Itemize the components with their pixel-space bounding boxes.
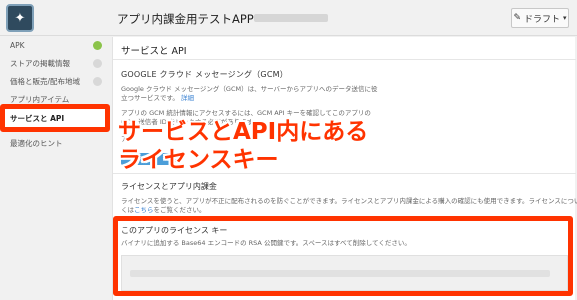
pencil-icon: ✎ [513, 13, 521, 23]
annotation-text-line2: ライセンスキー [118, 147, 279, 173]
sidebar-item-store-listing[interactable]: ストアの掲載情報 [0, 55, 108, 73]
sidebar-item-pricing[interactable]: 価格と販売/配布地域 [0, 73, 108, 91]
annotation-text-line1: サービスとAPI内にある [118, 119, 369, 145]
license-description: ライセンスを使うと、アプリが不正に配布されるのを防ぐことができます。ライセンスと… [121, 197, 577, 206]
license-learn-more-link[interactable]: こちら [134, 206, 154, 214]
gcm-desc-line1: Google クラウド メッセージング（GCM）は、サーバーからアプリへのデータ… [121, 85, 378, 93]
app-title: アプリ内課金用テストAPP - [117, 12, 262, 26]
gcm-description: Google クラウド メッセージング（GCM）は、サーバーからアプリへのデータ… [121, 85, 378, 94]
highlight-box-sidebar [0, 104, 110, 132]
redacted-app-name [254, 14, 328, 22]
gcm-learn-more-link[interactable]: 詳細 [181, 94, 194, 102]
sidebar-item-apk[interactable]: APK [0, 37, 108, 55]
license-desc-line2: くは [121, 206, 134, 214]
divider [113, 59, 576, 60]
sidebar-item-label: 価格と販売/配布地域 [10, 77, 81, 86]
draft-label: ドラフト [524, 14, 561, 25]
app-icon[interactable]: ✦ [6, 4, 34, 32]
gcm-desc-line2: 立つサービスです。 [121, 94, 179, 102]
license-section-title: ライセンスとアプリ内課金 [121, 182, 217, 191]
license-desc-line1: ライセンスを使うと、アプリが不正に配布されるのを防ぐことができます。ライセンスと… [121, 197, 577, 205]
incomplete-icon [93, 59, 102, 68]
sidebar-item-label: APK [10, 41, 25, 50]
license-description: くはこちらをご覧ください。 [121, 206, 206, 215]
sidebar: APK ストアの掲載情報 価格と販売/配布地域 アプリ内アイテム サービスと A… [0, 37, 110, 300]
highlight-box-license-key [113, 216, 573, 296]
check-icon [93, 41, 102, 50]
sidebar-item-label: アプリ内アイテム [10, 95, 70, 104]
draft-status-button[interactable]: ✎ ドラフト ▾ [511, 8, 569, 28]
incomplete-icon [93, 77, 102, 86]
sidebar-item-label: 最適化のヒント [10, 139, 63, 148]
page-title: サービスと API [121, 46, 187, 57]
gcm-desc-line3: アプリの GCM 統計情報にアクセスするには、GCM API キーを確認してこの… [121, 109, 371, 117]
license-desc-line3: をご覧ください。 [153, 206, 206, 214]
app-header: ✦ アプリ内課金用テストAPP - ✎ ドラフト ▾ [0, 0, 577, 36]
sidebar-item-optimization-tips[interactable]: 最適化のヒント [0, 135, 108, 153]
gcm-section-title: GOOGLE クラウド メッセージング（GCM） [121, 70, 288, 79]
chevron-down-icon: ▾ [563, 14, 567, 22]
sidebar-item-label: ストアの掲載情報 [10, 59, 70, 68]
gcm-description: 立つサービスです。 詳細 [121, 94, 194, 103]
gcm-description: アプリの GCM 統計情報にアクセスするには、GCM API キーを確認してこの… [121, 109, 371, 118]
